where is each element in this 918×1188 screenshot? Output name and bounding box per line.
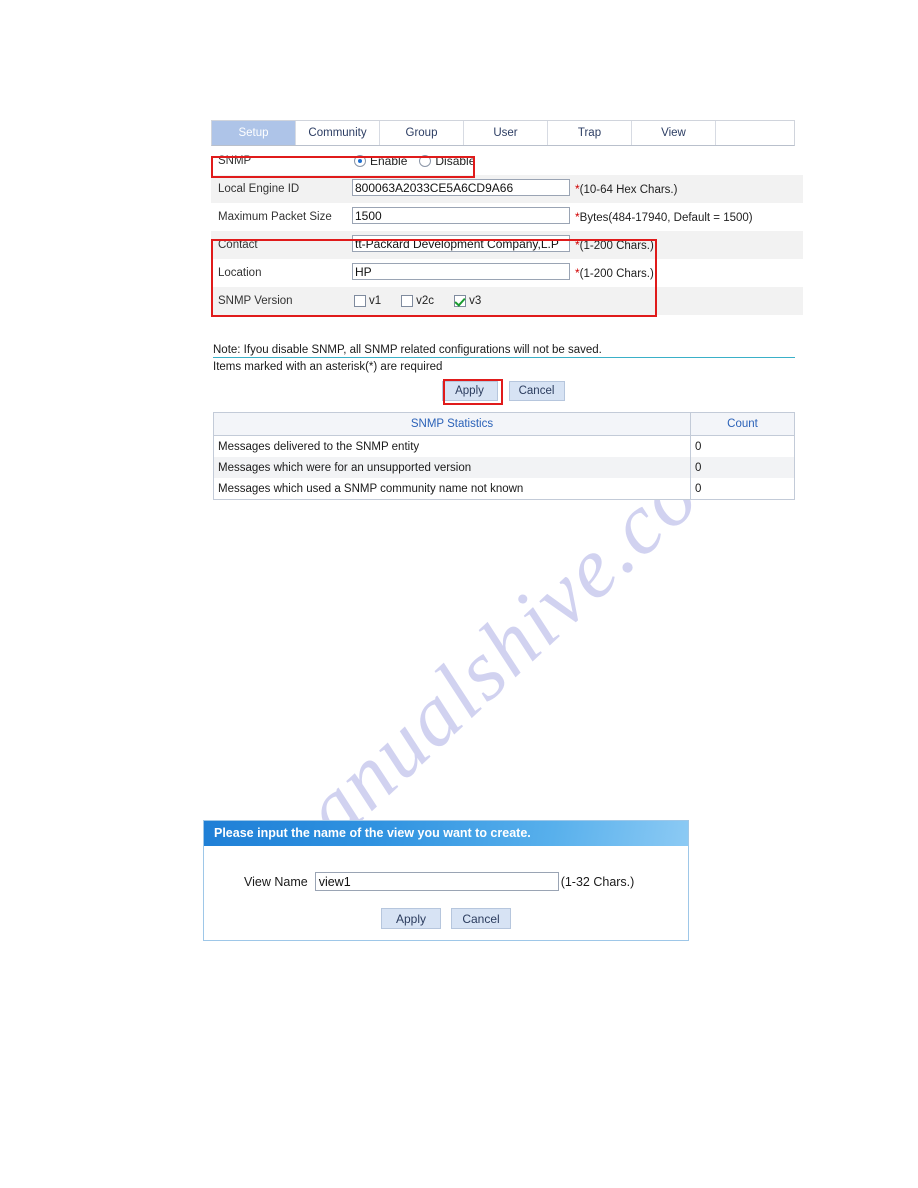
checkbox-v1-label: v1 bbox=[369, 295, 382, 307]
location-input[interactable]: HP bbox=[352, 263, 570, 280]
view-name-label: View Name bbox=[244, 874, 308, 889]
contact-input[interactable]: tt-Packard Development Company,L.P bbox=[352, 235, 570, 252]
note-disable-warning: Note: Ifyou disable SNMP, all SNMP relat… bbox=[213, 344, 795, 358]
tab-view[interactable]: View bbox=[632, 121, 716, 145]
cancel-button[interactable]: Cancel bbox=[508, 381, 565, 401]
field-contact: tt-Packard Development Company,L.P bbox=[352, 231, 574, 259]
hint-snmp bbox=[574, 147, 803, 175]
spacer-cell-1 bbox=[211, 315, 352, 343]
statistics-row-count: 0 bbox=[690, 457, 795, 478]
hint-text-location: (1-200 Chars.) bbox=[579, 268, 654, 280]
checkbox-group-v2c[interactable]: v2c bbox=[401, 295, 434, 307]
snmp-tab-strip: Setup Community Group User Trap View bbox=[211, 120, 795, 146]
hint-local-engine-id: *(10-64 Hex Chars.) bbox=[574, 175, 803, 203]
hint-max-packet-size: *Bytes(484-17940, Default = 1500) bbox=[574, 203, 803, 231]
label-contact: Contact bbox=[211, 231, 352, 259]
field-local-engine-id: 800063A2033CE5A6CD9A66 bbox=[352, 175, 574, 203]
hint-contact: *(1-200 Chars.) bbox=[574, 231, 803, 259]
spacer-cell-2 bbox=[352, 315, 574, 343]
dialog-cancel-button[interactable]: Cancel bbox=[451, 908, 511, 929]
checkbox-v1[interactable] bbox=[354, 295, 366, 307]
statistics-row-name: Messages which used a SNMP community nam… bbox=[213, 478, 691, 500]
statistics-row-count: 0 bbox=[690, 478, 795, 500]
note-required-fields: Items marked with an asterisk(*) are req… bbox=[213, 361, 443, 373]
tab-user[interactable]: User bbox=[464, 121, 548, 145]
statistics-header-count: Count bbox=[690, 412, 795, 436]
snmp-statistics-table: SNMP Statistics Count Messages delivered… bbox=[213, 412, 795, 500]
snmp-settings-form: SNMP Enable Disable Local Engine ID 8000… bbox=[211, 147, 803, 343]
radio-disable-label: Disable bbox=[435, 154, 476, 168]
snmp-state-radio-group: Enable Disable bbox=[352, 154, 574, 168]
form-notes: Note: Ifyou disable SNMP, all SNMP relat… bbox=[213, 344, 795, 373]
tab-trap[interactable]: Trap bbox=[548, 121, 632, 145]
form-row-contact: Contact tt-Packard Development Company,L… bbox=[211, 231, 803, 259]
checkbox-group-v1[interactable]: v1 bbox=[354, 295, 381, 307]
label-snmp-version: SNMP Version bbox=[211, 287, 352, 315]
tab-group[interactable]: Group bbox=[380, 121, 464, 145]
form-row-location: Location HP *(1-200 Chars.) bbox=[211, 259, 803, 287]
statistics-row-count: 0 bbox=[690, 435, 795, 457]
label-location: Location bbox=[211, 259, 352, 287]
form-row-local-engine-id: Local Engine ID 800063A2033CE5A6CD9A66 *… bbox=[211, 175, 803, 203]
field-max-packet-size: 1500 bbox=[352, 203, 574, 231]
view-name-input[interactable]: view1 bbox=[314, 872, 559, 891]
label-max-packet-size: Maximum Packet Size bbox=[211, 203, 352, 231]
checkbox-v2c[interactable] bbox=[401, 295, 414, 307]
apply-button[interactable]: Apply bbox=[441, 381, 498, 401]
statistics-header-name: SNMP Statistics bbox=[213, 412, 691, 436]
max-packet-size-input[interactable]: 1500 bbox=[352, 207, 570, 224]
hint-text-max-packet-size: Bytes(484-17940, Default = 1500) bbox=[579, 212, 753, 224]
checkbox-v3[interactable] bbox=[454, 295, 467, 307]
label-local-engine-id: Local Engine ID bbox=[211, 175, 352, 203]
view-name-hint: (1-32 Chars.) bbox=[560, 874, 635, 889]
form-button-row: Apply Cancel bbox=[211, 381, 795, 401]
hint-snmp-version bbox=[574, 287, 803, 315]
dialog-title: Please input the name of the view you wa… bbox=[204, 821, 688, 846]
table-row: Messages which were for an unsupported v… bbox=[213, 457, 795, 478]
checkbox-v3-label: v3 bbox=[469, 295, 482, 307]
tab-strip-filler bbox=[716, 121, 794, 145]
table-row: Messages delivered to the SNMP entity 0 bbox=[213, 435, 795, 457]
dialog-body: View Name view1 (1-32 Chars.) Apply Canc… bbox=[204, 846, 688, 940]
radio-disable[interactable] bbox=[419, 155, 432, 167]
spacer-cell-3 bbox=[574, 315, 803, 343]
hint-text-contact: (1-200 Chars.) bbox=[579, 240, 654, 252]
tab-community[interactable]: Community bbox=[296, 121, 380, 145]
dialog-button-row: Apply Cancel bbox=[204, 908, 688, 929]
table-row: Messages which used a SNMP community nam… bbox=[213, 478, 795, 500]
snmp-setup-panel: Setup Community Group User Trap View SNM… bbox=[211, 120, 803, 343]
radio-enable-label: Enable bbox=[370, 154, 408, 168]
form-row-snmp-version: SNMP Version v1 v2c v3 bbox=[211, 287, 803, 315]
dialog-field-row: View Name view1 (1-32 Chars.) bbox=[204, 846, 688, 891]
statistics-row-name: Messages which were for an unsupported v… bbox=[213, 457, 691, 478]
statistics-row-name: Messages delivered to the SNMP entity bbox=[213, 435, 691, 457]
label-snmp: SNMP bbox=[211, 147, 352, 175]
radio-enable[interactable] bbox=[354, 155, 366, 167]
field-snmp-state: Enable Disable bbox=[352, 147, 574, 175]
statistics-header-row: SNMP Statistics Count bbox=[213, 412, 795, 436]
create-view-dialog: Please input the name of the view you wa… bbox=[203, 820, 689, 941]
form-row-spacer bbox=[211, 315, 803, 343]
hint-location: *(1-200 Chars.) bbox=[574, 259, 803, 287]
snmp-version-checkbox-group: v1 v2c v3 bbox=[352, 295, 574, 307]
checkbox-v2c-label: v2c bbox=[416, 295, 435, 307]
field-snmp-version: v1 v2c v3 bbox=[352, 287, 574, 315]
local-engine-id-input[interactable]: 800063A2033CE5A6CD9A66 bbox=[352, 179, 570, 196]
tab-setup[interactable]: Setup bbox=[212, 121, 296, 145]
field-location: HP bbox=[352, 259, 574, 287]
checkbox-group-v3[interactable]: v3 bbox=[454, 295, 481, 307]
form-row-snmp: SNMP Enable Disable bbox=[211, 147, 803, 175]
hint-text-local-engine-id: (10-64 Hex Chars.) bbox=[579, 184, 678, 196]
dialog-apply-button[interactable]: Apply bbox=[381, 908, 441, 929]
form-row-max-packet-size: Maximum Packet Size 1500 *Bytes(484-1794… bbox=[211, 203, 803, 231]
